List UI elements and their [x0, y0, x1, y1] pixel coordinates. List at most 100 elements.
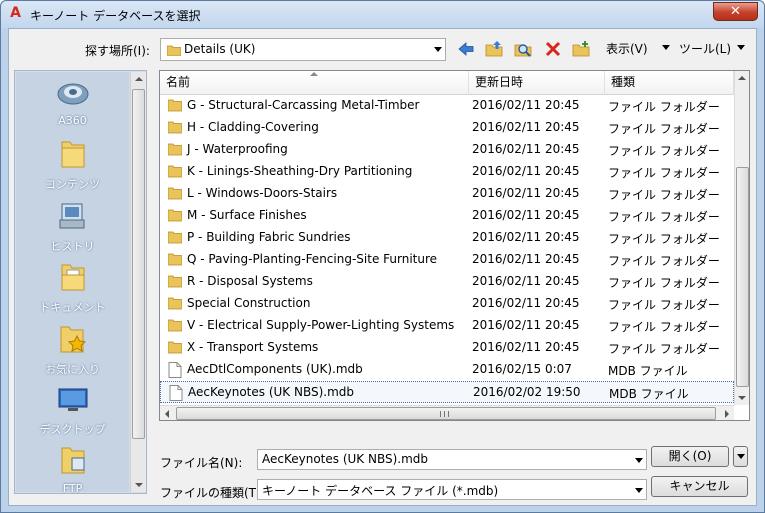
- scroll-down-icon[interactable]: [135, 483, 143, 487]
- folder-icon: [168, 253, 182, 266]
- filename-input[interactable]: AecKeynotes (UK NBS).mdb: [257, 449, 647, 470]
- table-row[interactable]: AecKeynotes (UK NBS).mdb 2016/02/02 19:50…: [160, 381, 734, 403]
- delete-icon[interactable]: [544, 40, 562, 58]
- filetype-value: キーノート データベース ファイル (*.mdb): [262, 484, 499, 498]
- row-date: 2016/02/11 20:45: [472, 274, 580, 288]
- row-date: 2016/02/11 20:45: [472, 120, 580, 134]
- row-date: 2016/02/11 20:45: [472, 340, 580, 354]
- table-row[interactable]: Special Construction 2016/02/11 20:45 ファイル…: [160, 293, 734, 315]
- place-label: デスクトップ: [39, 423, 106, 436]
- table-row[interactable]: G - Structural-Carcassing Metal-Timber 20…: [160, 95, 734, 117]
- row-date: 2016/02/15 0:07: [472, 362, 572, 376]
- row-type: ファイル フォルダー: [608, 188, 720, 202]
- row-date: 2016/02/11 20:45: [472, 208, 580, 222]
- table-row[interactable]: J - Waterproofing 2016/02/11 20:45 ファイル フォ…: [160, 139, 734, 161]
- column-header-label: 種類: [611, 75, 636, 89]
- chevron-down-icon[interactable]: [635, 458, 643, 463]
- table-row[interactable]: X - Transport Systems 2016/02/11 20:45 ファイ…: [160, 337, 734, 359]
- new-folder-icon[interactable]: [572, 40, 590, 58]
- ftp-icon: [61, 447, 84, 474]
- folder-icon: [168, 99, 182, 112]
- list-horizontal-scrollbar[interactable]: [160, 405, 734, 420]
- row-type: ファイル フォルダー: [608, 276, 720, 290]
- place-desktop[interactable]: デスクトップ: [16, 385, 129, 437]
- place-history[interactable]: ヒストリ: [16, 200, 129, 254]
- autocad-app-icon: A: [10, 5, 21, 21]
- folder-icon: [168, 121, 182, 134]
- row-type: ファイル フォルダー: [608, 166, 720, 180]
- back-arrow-icon[interactable]: [457, 40, 475, 58]
- place-favorites[interactable]: お気に入り: [16, 323, 129, 377]
- row-date: 2016/02/11 20:45: [472, 318, 580, 332]
- title-bar[interactable]: A キーノート データベースを選択 ✕: [1, 1, 764, 28]
- tools-menu[interactable]: ツール(L): [679, 40, 731, 57]
- row-date: 2016/02/11 20:45: [472, 230, 580, 244]
- row-type: MDB ファイル: [608, 364, 688, 378]
- table-row[interactable]: M - Surface Finishes 2016/02/11 20:45 ファイル…: [160, 205, 734, 227]
- search-web-icon[interactable]: [514, 40, 532, 58]
- places-scrollbar[interactable]: [130, 72, 146, 492]
- scroll-right-icon[interactable]: [725, 410, 729, 418]
- row-name: V - Electrical Supply-Power-Lighting Sys…: [187, 318, 455, 332]
- scroll-left-icon[interactable]: [165, 410, 169, 418]
- lookin-combobox[interactable]: Details (UK): [160, 38, 446, 61]
- tools-menu-chevron-icon[interactable]: [737, 45, 745, 50]
- scroll-up-icon[interactable]: [738, 76, 746, 80]
- row-name: AecDtlComponents (UK).mdb: [187, 362, 363, 376]
- places-scroll-thumb[interactable]: [132, 89, 145, 439]
- table-row[interactable]: Q - Paving-Planting-Fencing-Site Furnitu…: [160, 249, 734, 271]
- place-contents[interactable]: コンテンツ: [16, 138, 129, 192]
- row-name: P - Building Fabric Sundries: [187, 230, 351, 244]
- column-header-label: 更新日時: [475, 75, 524, 89]
- place-ftp[interactable]: FTP: [16, 444, 129, 494]
- open-options-button[interactable]: [733, 446, 748, 467]
- table-row[interactable]: L - Windows-Doors-Stairs 2016/02/11 20:45…: [160, 183, 734, 205]
- filename-value: AecKeynotes (UK NBS).mdb: [262, 452, 429, 466]
- table-row[interactable]: R - Disposal Systems 2016/02/11 20:45 ファイル…: [160, 271, 734, 293]
- row-name: Q - Paving-Planting-Fencing-Site Furnitu…: [187, 252, 438, 266]
- list-header: 名前 更新日時 種類: [160, 71, 734, 95]
- table-row[interactable]: H - Cladding-Covering 2016/02/11 20:45 ファイ…: [160, 117, 734, 139]
- row-type: ファイル フォルダー: [608, 320, 720, 334]
- table-row[interactable]: V - Electrical Supply-Power-Lighting Sys…: [160, 315, 734, 337]
- column-header-name[interactable]: 名前: [160, 71, 469, 95]
- folder-icon: [168, 231, 182, 244]
- view-menu[interactable]: 表示(V): [606, 40, 648, 57]
- places-bar: A360 コンテンツ ヒストリ ドキュメント お気に入り デスクトップ FTP: [14, 70, 147, 494]
- row-name: G - Structural-Carcassing Metal-Timber: [187, 98, 420, 112]
- column-header-type[interactable]: 種類: [605, 71, 734, 95]
- row-date: 2016/02/11 20:45: [472, 296, 580, 310]
- scroll-up-icon[interactable]: [135, 77, 143, 81]
- list-horizontal-scroll-thumb[interactable]: [176, 407, 716, 420]
- desktop-icon: [58, 388, 87, 411]
- documents-icon: [61, 264, 84, 291]
- list-vertical-scroll-thumb[interactable]: [736, 167, 749, 387]
- up-folder-icon[interactable]: [485, 40, 503, 58]
- filetype-select[interactable]: キーノート データベース ファイル (*.mdb): [257, 479, 647, 500]
- sort-ascending-icon: [310, 72, 318, 76]
- file-icon: [168, 362, 182, 378]
- place-label: FTP: [62, 482, 83, 494]
- table-row[interactable]: K - Linings-Sheathing-Dry Partitioning 20…: [160, 161, 734, 183]
- view-menu-chevron-icon[interactable]: [662, 45, 670, 50]
- chevron-down-icon: [737, 454, 745, 459]
- folder-icon: [167, 45, 181, 56]
- place-label: ドキュメント: [39, 301, 106, 314]
- list-vertical-scrollbar[interactable]: [734, 71, 749, 405]
- place-documents[interactable]: ドキュメント: [16, 261, 129, 315]
- file-icon: [169, 385, 183, 401]
- cancel-button[interactable]: キャンセル: [651, 476, 748, 497]
- table-row[interactable]: AecDtlComponents (UK).mdb 2016/02/15 0:07…: [160, 359, 734, 381]
- chevron-down-icon[interactable]: [434, 47, 442, 52]
- dialog-client: 探す場所(I): Details (UK) 表示(V) ツール(L) A360 …: [8, 28, 757, 506]
- table-row[interactable]: P - Building Fabric Sundries 2016/02/11 2…: [160, 227, 734, 249]
- chevron-down-icon[interactable]: [635, 488, 643, 493]
- a360-icon: [57, 83, 88, 105]
- column-header-date[interactable]: 更新日時: [469, 71, 605, 95]
- scroll-down-icon[interactable]: [738, 396, 746, 400]
- row-name: M - Surface Finishes: [187, 208, 307, 222]
- place-a360[interactable]: A360: [16, 78, 129, 127]
- folder-icon: [61, 141, 84, 168]
- close-button[interactable]: ✕: [713, 2, 758, 21]
- open-button[interactable]: 開く(O): [651, 446, 729, 467]
